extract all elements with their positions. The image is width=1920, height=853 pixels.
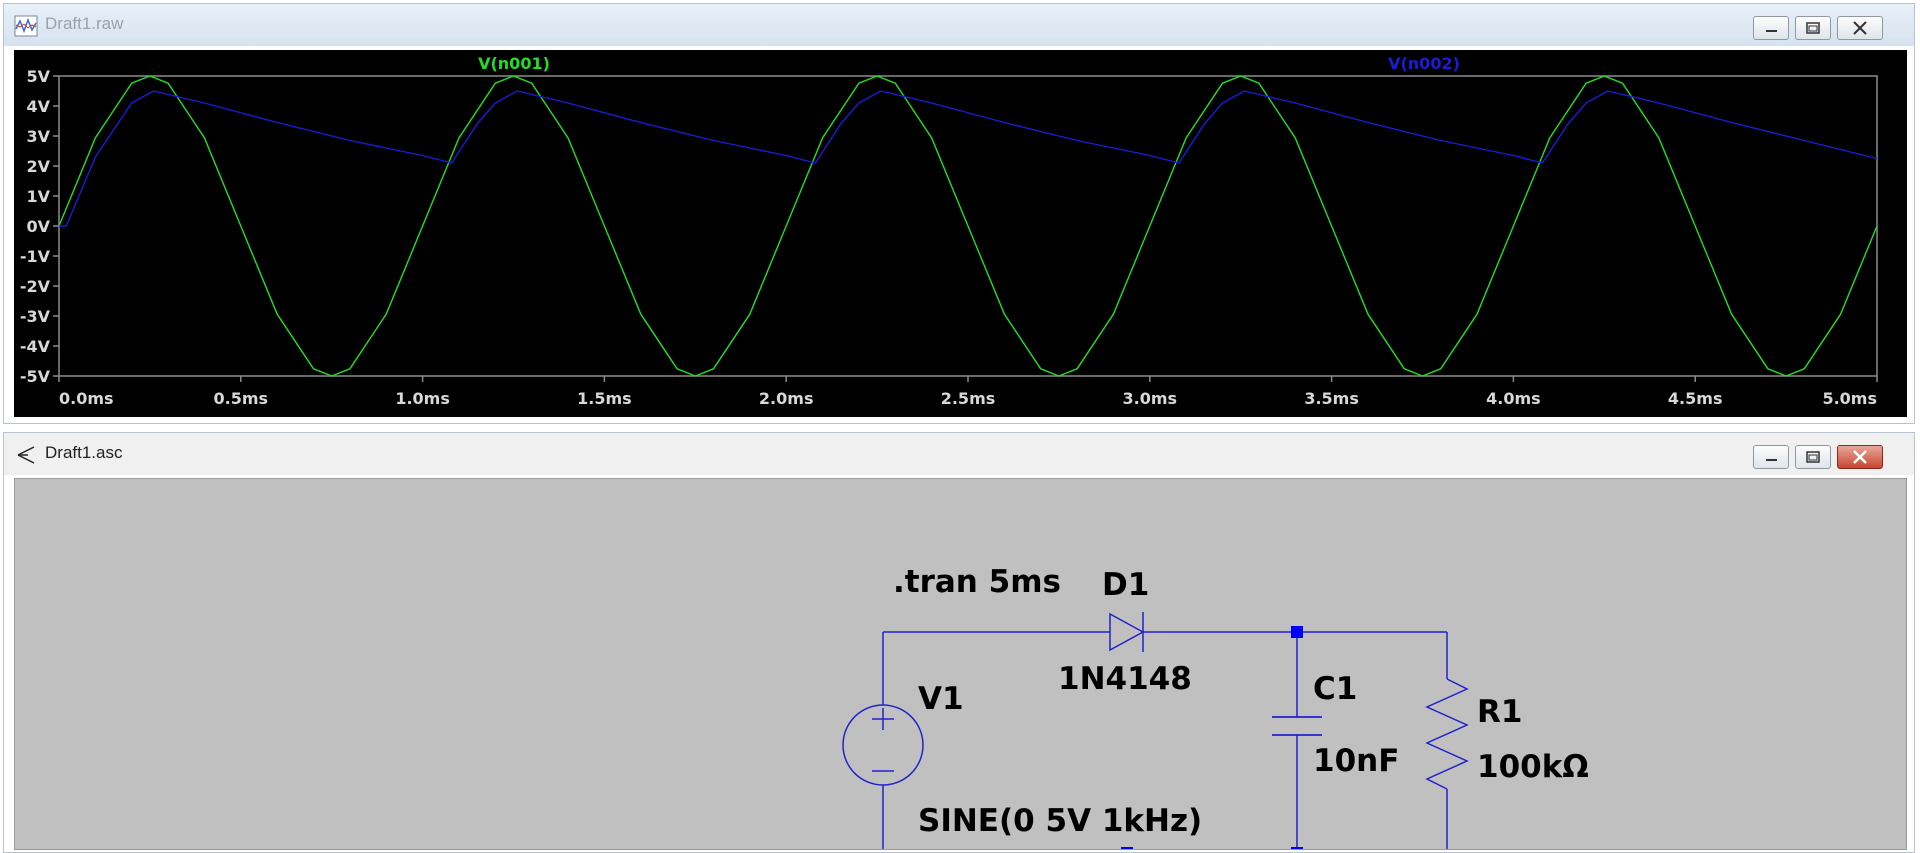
minimize-icon [1766, 30, 1777, 32]
diode-symbol[interactable] [1109, 612, 1145, 652]
x-tick-label: 2.0ms [759, 389, 814, 408]
x-tick-label: 1.0ms [395, 389, 450, 408]
x-tick-label: 3.5ms [1304, 389, 1359, 408]
x-tick-label: 0.0ms [59, 389, 114, 408]
x-tick-label: 0.5ms [214, 389, 269, 408]
y-tick-label: 2V [26, 157, 50, 176]
schematic-window-titlebar[interactable]: Draft1.asc [4, 433, 1914, 475]
diode-name[interactable]: D1 [1102, 567, 1149, 603]
series-line-v-n002[interactable] [59, 90, 1878, 227]
y-tick-label: 3V [26, 127, 50, 146]
resistor-symbol[interactable] [1425, 678, 1469, 790]
y-tick-label: -1V [20, 247, 51, 266]
capacitor-value[interactable]: 10nF [1313, 743, 1399, 779]
series-line-v-n001[interactable] [58, 75, 1878, 377]
y-tick-label: -3V [20, 307, 51, 326]
voltage-source-symbol[interactable] [842, 704, 924, 786]
close-button[interactable] [1837, 16, 1883, 40]
y-tick-label: -2V [20, 277, 51, 296]
schematic-minimize-button[interactable] [1753, 445, 1789, 469]
close-icon [1853, 450, 1867, 464]
waveform-plot-pane[interactable]: 5V 4V 3V 2V 1V 0V -1V -2V -3V -4V -5V 0.0ms 0.5ms 1.… [14, 50, 1907, 417]
schematic-probe-icon [17, 446, 35, 464]
x-tick-label: 4.5ms [1668, 389, 1723, 408]
y-tick-label: 5V [26, 67, 50, 86]
x-tick-label: 4.0ms [1486, 389, 1541, 408]
y-tick-label: 0V [26, 217, 50, 236]
waveform-chart[interactable]: 5V 4V 3V 2V 1V 0V -1V -2V -3V -4V -5V 0.0ms 0.5ms 1.… [14, 50, 1907, 417]
close-icon [1853, 21, 1867, 35]
y-tick-label: -4V [20, 337, 51, 356]
legend-v-n001[interactable]: V(n001) [478, 54, 550, 73]
y-tick-label: 1V [26, 187, 50, 206]
capacitor-name[interactable]: C1 [1313, 671, 1357, 707]
minimize-button[interactable] [1753, 16, 1789, 40]
legend-v-n002[interactable]: V(n002) [1388, 54, 1460, 73]
schematic-drawing[interactable]: .tran 5ms D1 1N4148 V1 SINE(0 5V 1kHz) C… [15, 479, 1906, 853]
waveform-plot-icon [14, 15, 38, 37]
x-tick-label: 2.5ms [941, 389, 996, 408]
source-name[interactable]: V1 [918, 681, 964, 717]
waveform-window[interactable]: Draft1.raw 5V 4V 3V 2V 1V 0V -1V -2V -3V -4V -5V 0… [3, 3, 1915, 424]
directive-tran[interactable]: .tran 5ms [893, 564, 1061, 600]
x-tick-label: 3.0ms [1123, 389, 1178, 408]
maximize-button[interactable] [1795, 16, 1831, 40]
schematic-close-button[interactable] [1837, 445, 1883, 469]
source-value[interactable]: SINE(0 5V 1kHz) [918, 803, 1202, 839]
y-tick-label: -5V [20, 367, 51, 386]
x-tick-label: 5.0ms [1822, 389, 1877, 408]
maximize-icon [1806, 22, 1820, 34]
schematic-maximize-button[interactable] [1795, 445, 1831, 469]
waveform-window-title: Draft1.raw [45, 14, 124, 33]
schematic-window[interactable]: Draft1.asc .tran 5ms D1 1N4148 V1 SINE(0… [3, 432, 1915, 853]
minimize-icon [1766, 459, 1777, 461]
resistor-value[interactable]: 100kΩ [1477, 749, 1589, 785]
diode-value[interactable]: 1N4148 [1058, 661, 1192, 697]
resistor-name[interactable]: R1 [1477, 694, 1522, 730]
y-tick-label: 4V [26, 97, 50, 116]
schematic-window-title: Draft1.asc [45, 443, 123, 462]
x-tick-label: 1.5ms [577, 389, 632, 408]
schematic-canvas[interactable]: .tran 5ms D1 1N4148 V1 SINE(0 5V 1kHz) C… [14, 478, 1907, 853]
waveform-window-titlebar[interactable]: Draft1.raw [4, 4, 1914, 46]
capacitor-symbol[interactable] [1272, 716, 1322, 736]
maximize-icon [1806, 451, 1820, 463]
